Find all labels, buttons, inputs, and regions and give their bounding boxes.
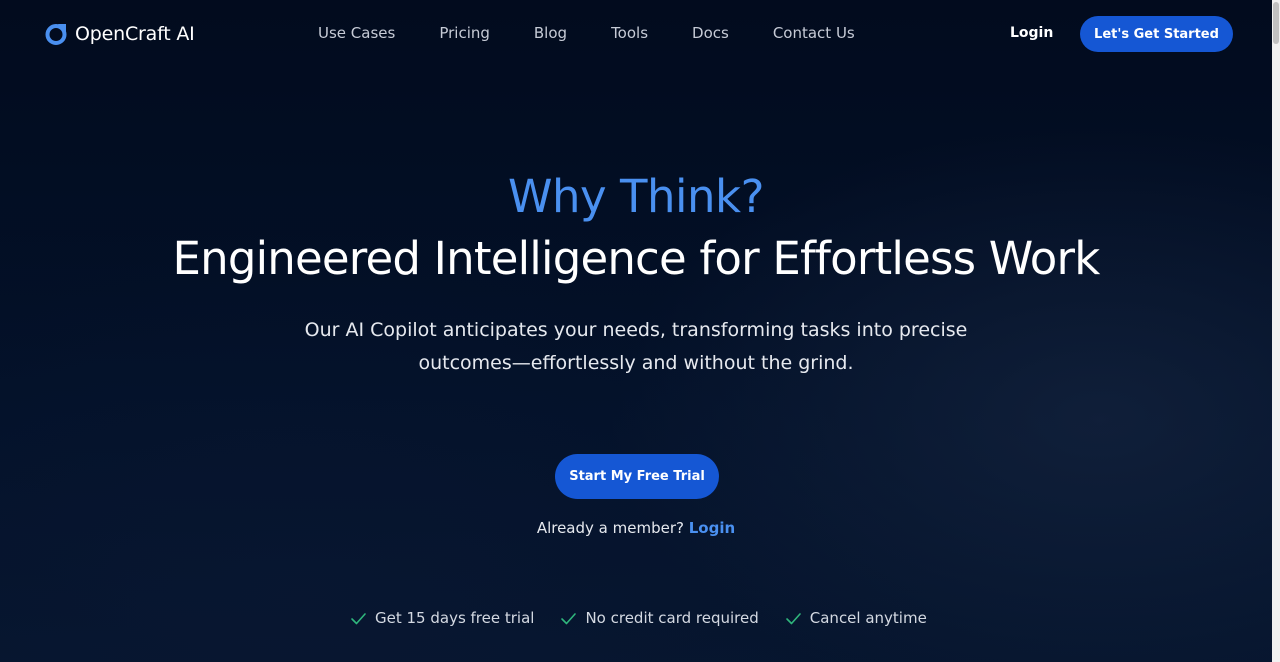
main-nav: Use Cases Pricing Blog Tools Docs Contac… [318, 24, 855, 42]
feature-item: Cancel anytime [785, 609, 927, 627]
nav-item-use-cases[interactable]: Use Cases [318, 24, 395, 42]
landing-page: OpenCraft AI Use Cases Pricing Blog Tool… [0, 0, 1280, 662]
feature-label: No credit card required [585, 609, 759, 627]
nav-item-blog[interactable]: Blog [534, 24, 567, 42]
nav-item-tools[interactable]: Tools [611, 24, 648, 42]
nav-item-contact-us[interactable]: Contact Us [773, 24, 855, 42]
start-free-trial-button[interactable]: Start My Free Trial [555, 454, 719, 499]
check-icon [785, 612, 801, 624]
feature-item: Get 15 days free trial [350, 609, 534, 627]
site-header: OpenCraft AI Use Cases Pricing Blog Tool… [0, 0, 1272, 70]
opencraft-logo-icon [45, 24, 67, 45]
member-prompt-text: Already a member? [536, 519, 684, 537]
hero-title: Engineered Intelligence for Effortless W… [172, 232, 1100, 285]
member-login-link[interactable]: Login [689, 519, 735, 537]
feature-item: No credit card required [560, 609, 759, 627]
nav-item-pricing[interactable]: Pricing [439, 24, 490, 42]
header-login-link[interactable]: Login [1010, 25, 1053, 41]
get-started-button[interactable]: Let's Get Started [1080, 16, 1233, 52]
check-icon [351, 612, 366, 624]
check-icon [561, 612, 577, 624]
brand-name: OpenCraft AI [75, 23, 195, 45]
feature-label: Get 15 days free trial [375, 609, 535, 627]
page-scrollbar[interactable] [1272, 0, 1280, 662]
brand-logo[interactable]: OpenCraft AI [44, 22, 195, 46]
member-prompt-line: Already a member? Login [0, 519, 1272, 537]
scrollbar-thumb[interactable] [1273, 2, 1279, 44]
hero-eyebrow: Why Think? [508, 170, 764, 223]
nav-item-docs[interactable]: Docs [692, 24, 729, 42]
feature-label: Cancel anytime [809, 609, 927, 627]
feature-list: Get 15 days free trial No credit card re… [350, 609, 927, 627]
hero-subtitle: Our AI Copilot anticipates your needs, t… [304, 319, 968, 374]
